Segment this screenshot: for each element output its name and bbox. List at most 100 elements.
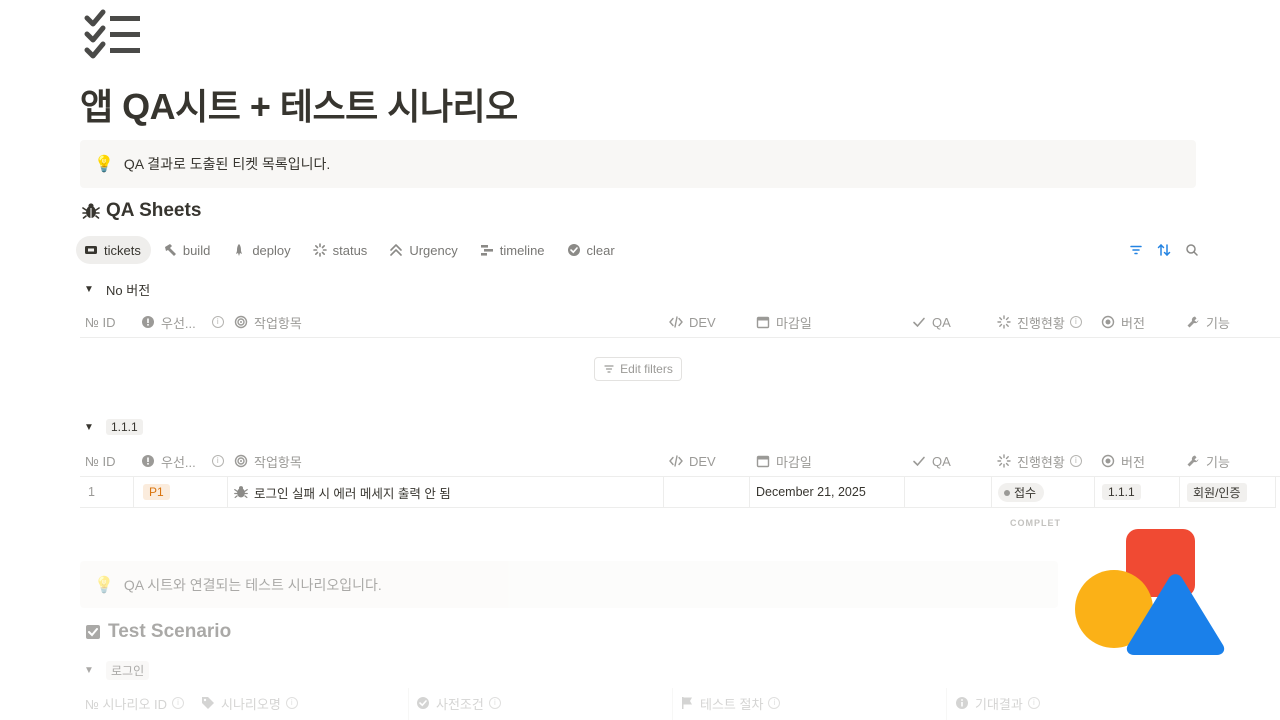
sort-icon[interactable]	[1156, 242, 1172, 258]
column-progress[interactable]: 진행현황 i	[997, 307, 1082, 337]
callout: 💡 QA 시트와 연결되는 테스트 시나리오입니다.	[80, 561, 1058, 608]
cell-version[interactable]: 1.1.1	[1095, 477, 1180, 507]
tab-status[interactable]: status	[305, 236, 378, 264]
cell-feature[interactable]: 회원/인증	[1180, 477, 1276, 507]
group-header[interactable]: ▼ No 버전	[84, 280, 150, 299]
cell-dev[interactable]	[664, 477, 750, 507]
column-divider	[946, 688, 947, 720]
tab-clear[interactable]: clear	[559, 236, 625, 264]
check-badge-icon	[567, 244, 580, 256]
chevrons-up-icon	[390, 244, 403, 256]
toggle-triangle-icon[interactable]: ▼	[84, 665, 106, 676]
column-divider	[408, 688, 409, 720]
column-procedure[interactable]: 테스트 절차 i	[680, 688, 781, 718]
target-icon	[234, 315, 248, 329]
tab-label: clear	[586, 242, 615, 258]
loading-icon	[312, 243, 327, 257]
cell-priority[interactable]: P1	[134, 477, 228, 507]
tab-deploy[interactable]: deploy	[224, 236, 300, 264]
calculation-footer[interactable]: COMPLET	[1010, 518, 1061, 528]
column-progress[interactable]: 진행현황 i	[997, 446, 1082, 476]
column-dev[interactable]: DEV	[669, 307, 716, 337]
column-priority[interactable]: 우선... i	[141, 307, 224, 337]
column-divider	[672, 688, 673, 720]
tab-tickets[interactable]: tickets	[76, 236, 151, 264]
group-name: No 버전	[106, 283, 151, 298]
checkbox-icon	[86, 625, 100, 639]
column-scenario-name[interactable]: 시나리오명 i	[201, 688, 298, 718]
hammer-icon	[164, 244, 176, 256]
column-scenario-id[interactable]: № 시나리오 ID i	[85, 688, 185, 718]
status-dot	[1004, 489, 1010, 496]
calendar-icon	[756, 455, 770, 468]
search-icon[interactable]	[1184, 242, 1200, 258]
wrench-icon	[1187, 455, 1199, 467]
task-title: 로그인 실패 시 에러 메세지 출력 안 됨	[254, 486, 451, 501]
group-name: 1.1.1	[106, 419, 143, 435]
table-header: № ID 우선... i 작업항목 DEV 마감일 QA 진행현황 i 버전 기능	[80, 307, 1280, 337]
cell-progress[interactable]: 접수	[991, 477, 1095, 507]
alert-icon	[142, 455, 154, 467]
tag-icon	[202, 697, 214, 709]
info-icon: i	[172, 697, 185, 709]
ticket-icon	[85, 246, 97, 254]
tab-label: build	[182, 242, 211, 258]
tab-label: Urgency	[409, 242, 458, 258]
cell-deadline[interactable]: December 21, 2025	[749, 477, 905, 507]
database-title[interactable]: QA Sheets	[82, 200, 201, 222]
column-task[interactable]: 작업항목	[234, 307, 302, 337]
column-qa[interactable]: QA	[912, 307, 951, 337]
tab-label: timeline	[499, 242, 545, 258]
group-name: 로그인	[106, 661, 150, 680]
column-expected[interactable]: 기대결과 i	[955, 688, 1040, 718]
alert-icon	[142, 316, 154, 328]
info-icon: i	[285, 697, 298, 709]
info-icon: i	[768, 697, 781, 709]
column-deadline[interactable]: 마감일	[756, 446, 812, 476]
column-feature[interactable]: 기능	[1186, 446, 1230, 476]
column-precondition[interactable]: 사전조건 i	[416, 688, 501, 718]
database-title-text: Test Scenario	[108, 621, 232, 642]
priority-tag: P1	[143, 484, 170, 500]
divider	[80, 507, 1276, 508]
table-header: № ID 우선... i 작업항목 DEV 마감일 QA 진행현황 i 버전 기능	[80, 446, 1280, 476]
table-row[interactable]: 1 P1 로그인 실패 시 에러 메세지 출력 안 됨 December 21,…	[80, 477, 1276, 507]
toggle-triangle-icon[interactable]: ▼	[84, 284, 106, 295]
cell-qa[interactable]	[905, 477, 992, 507]
column-deadline[interactable]: 마감일	[756, 307, 812, 337]
tab-urgency[interactable]: Urgency	[381, 236, 467, 264]
column-qa[interactable]: QA	[912, 446, 951, 476]
check-icon	[913, 456, 925, 467]
tab-build[interactable]: build	[155, 236, 220, 264]
brand-logo	[1075, 529, 1225, 655]
callout-text: QA 시트와 연결되는 테스트 시나리오입니다.	[123, 576, 382, 593]
column-version[interactable]: 버전	[1101, 307, 1145, 337]
database-title[interactable]: Test Scenario	[84, 621, 231, 643]
column-id[interactable]: № ID	[85, 446, 116, 476]
loading-icon	[997, 315, 1011, 329]
edit-filters-button[interactable]: Edit filters	[594, 357, 682, 381]
group-header[interactable]: ▼ 로그인	[84, 661, 150, 680]
cell-task[interactable]: 로그인 실패 시 에러 메세지 출력 안 됨	[228, 477, 664, 507]
database-toolbar	[1128, 242, 1200, 258]
group-header[interactable]: ▼ 1.1.1	[84, 419, 143, 435]
callout-text: QA 결과로 도출된 티켓 목록입니다.	[123, 156, 331, 172]
column-dev[interactable]: DEV	[669, 446, 716, 476]
column-task[interactable]: 작업항목	[234, 446, 302, 476]
toggle-triangle-icon[interactable]: ▼	[84, 422, 106, 433]
info-icon: i	[1069, 316, 1082, 328]
divider	[80, 337, 1280, 338]
column-id[interactable]: № ID	[85, 307, 116, 337]
feature-tag: 회원/인증	[1187, 482, 1247, 502]
info-icon: i	[1027, 697, 1040, 709]
column-feature[interactable]: 기능	[1186, 307, 1230, 337]
rocket-icon	[236, 244, 243, 256]
filter-icon[interactable]	[1128, 242, 1144, 258]
info-icon: i	[211, 455, 224, 467]
tab-timeline[interactable]: timeline	[472, 236, 555, 264]
column-priority[interactable]: 우선... i	[141, 446, 224, 476]
calendar-icon	[756, 316, 770, 329]
check-badge-icon	[417, 697, 429, 709]
column-version[interactable]: 버전	[1101, 446, 1145, 476]
info-icon: i	[488, 697, 501, 709]
